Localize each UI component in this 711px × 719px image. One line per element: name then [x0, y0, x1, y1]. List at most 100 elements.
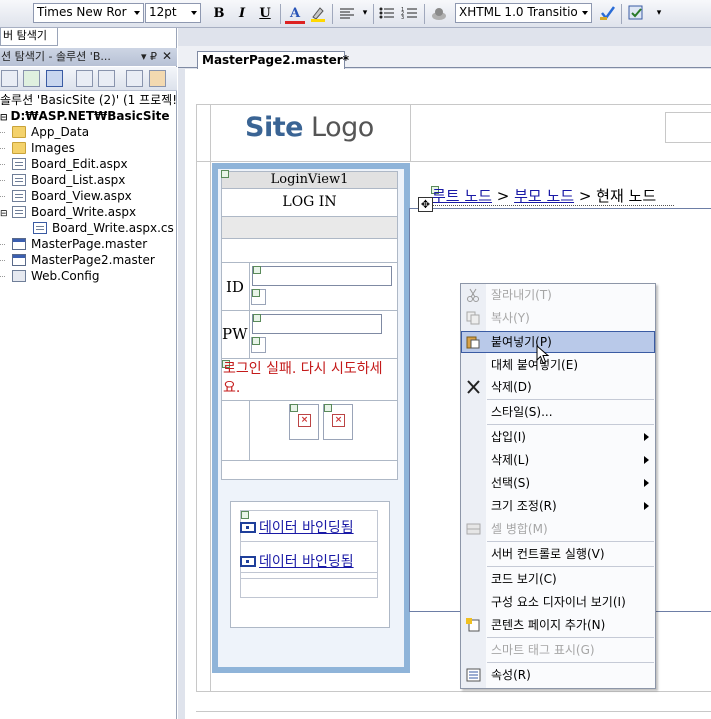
breadcrumb-root-link[interactable]: 루트 노드 — [432, 187, 492, 205]
id-input[interactable] — [252, 266, 392, 286]
menu-item-paste[interactable]: 붙여넣기(P) — [461, 331, 655, 353]
menu-item-style[interactable]: 스타일(S)... — [461, 401, 655, 423]
menu-item-resize[interactable]: 크기 조정(R) — [461, 495, 655, 517]
numbered-list-icon[interactable]: 123 — [400, 4, 420, 24]
menu-item-cut[interactable]: 잘라내기(T) — [461, 284, 655, 306]
refresh-icon[interactable] — [23, 70, 40, 87]
solution-explorer-toolbar — [0, 67, 177, 91]
chevron-down-icon — [191, 11, 197, 15]
tree-item-label: Board_List.aspx — [31, 173, 126, 187]
table-border — [410, 104, 411, 162]
tree-item-board-write[interactable]: ⊟ Board_Write.aspx — [0, 204, 136, 220]
menu-item-show-smart-tag[interactable]: 스마트 태그 표시(G) — [461, 639, 655, 661]
tree-item-app-data[interactable]: App_Data — [0, 124, 89, 140]
svg-text:3: 3 — [401, 15, 404, 21]
table-border — [196, 711, 711, 712]
data-bound-icon — [240, 522, 256, 533]
tree-item-web-config[interactable]: Web.Config — [0, 268, 99, 284]
tree-item-label: MasterPage.master — [31, 237, 148, 251]
tree-item-board-edit[interactable]: Board_Edit.aspx — [0, 156, 128, 172]
properties-icon[interactable] — [1, 70, 18, 87]
tree-item-board-write-cs[interactable]: Board_Write.aspx.cs — [33, 220, 174, 236]
menu-item-label: 삭제(L) — [491, 453, 530, 467]
menu-item-view-code[interactable]: 코드 보기(C) — [461, 568, 655, 590]
tree-item-images[interactable]: Images — [0, 140, 75, 156]
chevron-down-icon[interactable]: ▾ — [355, 4, 375, 24]
expand-minus-icon[interactable]: ⊟ — [0, 206, 12, 222]
expand-minus-icon[interactable]: ⊟ — [0, 113, 8, 123]
menu-item-add-content-page[interactable]: 콘텐츠 페이지 추가(N) — [461, 614, 655, 636]
breadcrumb-parent-link[interactable]: 부모 노드 — [514, 187, 574, 205]
list-divider — [240, 541, 378, 542]
highlight-color-icon[interactable] — [308, 4, 328, 24]
tree-item-label: App_Data — [31, 125, 90, 139]
tree-item-board-view[interactable]: Board_View.aspx — [0, 188, 132, 204]
spellcheck-icon[interactable] — [598, 4, 618, 24]
font-name-value: Times New Ror — [37, 5, 127, 19]
tree-item-board-list[interactable]: Board_List.aspx — [0, 172, 125, 188]
menu-item-properties[interactable]: 속성(R) — [461, 664, 655, 686]
breadcrumb[interactable]: 루트 노드 > 부모 노드 > 현재 노드 — [432, 185, 656, 206]
data-bound-link[interactable]: 데이터 바인딩됨 — [240, 517, 354, 537]
tree-item-masterpage[interactable]: MasterPage.master — [0, 236, 147, 252]
tab-masterpage2[interactable]: MasterPage2.master* — [197, 51, 349, 69]
menu-item-label: 스마트 태그 표시(G) — [491, 643, 595, 657]
move-handle-icon[interactable]: ✥ — [418, 197, 433, 212]
align-icon[interactable] — [337, 4, 357, 24]
view-code-icon[interactable] — [76, 70, 93, 87]
paste-icon — [466, 336, 480, 349]
menu-item-view-component-designer[interactable]: 구성 요소 디자이너 보기(I) — [461, 591, 655, 613]
doctype-combo[interactable]: XHTML 1.0 Transitio — [455, 3, 592, 23]
font-size-combo[interactable]: 12pt — [145, 3, 201, 23]
tree-item-masterpage2[interactable]: MasterPage2.master — [0, 252, 155, 268]
toolbar-separator — [621, 4, 622, 24]
menu-item-select[interactable]: 선택(S) — [461, 472, 655, 494]
menu-separator — [487, 424, 654, 425]
tree-connector — [0, 132, 5, 133]
menu-item-delete[interactable]: 삭제(D) — [461, 376, 655, 398]
close-icon[interactable]: ✕ — [162, 48, 172, 65]
view-designer-icon[interactable] — [98, 70, 115, 87]
font-name-combo[interactable]: Times New Ror — [33, 3, 144, 23]
tree-connector — [0, 260, 5, 261]
menu-item-merge-cells[interactable]: 셀 병합(M) — [461, 518, 655, 540]
project-node[interactable]: ⊟ D:₩ASP.NET₩BasicSite — [0, 108, 170, 124]
id-label: ID — [226, 278, 244, 296]
check-page-icon[interactable] — [626, 4, 646, 24]
layer-icon[interactable] — [429, 4, 449, 24]
menu-item-delete-sub[interactable]: 삭제(L) — [461, 449, 655, 471]
bullet-list-icon[interactable] — [377, 4, 397, 24]
menu-item-copy[interactable]: 복사(Y) — [461, 307, 655, 329]
pin-icon[interactable]: ▾ ₽ — [141, 48, 157, 65]
menu-item-label: 구성 요소 디자이너 보기(I) — [491, 595, 626, 609]
data-bound-text: 데이터 바인딩됨 — [259, 520, 354, 536]
tab-server-explorer[interactable]: 버 탐색기 — [0, 28, 58, 46]
menu-item-run-as-server-control[interactable]: 서버 컨트롤로 실행(V) — [461, 543, 655, 565]
toolbar-overflow-icon[interactable]: ▾ — [649, 4, 669, 24]
menu-item-label: 콘텐츠 페이지 추가(N) — [491, 618, 606, 632]
menu-item-paste-alternate[interactable]: 대체 붙여넣기(E) — [461, 354, 655, 376]
solution-node[interactable]: 솔루션 'BasicSite (2)' (1 프로젝! — [0, 92, 177, 108]
menu-item-label: 크기 조정(R) — [491, 499, 557, 513]
nest-related-files-icon[interactable] — [46, 70, 63, 87]
pw-input[interactable] — [252, 314, 382, 334]
italic-button[interactable]: I — [232, 4, 252, 24]
chevron-down-icon — [134, 11, 140, 15]
bold-button[interactable]: B — [209, 4, 229, 24]
smart-tag-icon — [253, 314, 261, 322]
asp-config-icon[interactable] — [149, 70, 166, 87]
font-color-icon[interactable]: A — [285, 4, 305, 24]
config-icon — [12, 270, 26, 282]
tree-connector — [0, 180, 5, 181]
copy-website-icon[interactable] — [126, 70, 143, 87]
menu-separator — [487, 566, 654, 567]
table-border — [665, 112, 666, 142]
row-divider — [249, 401, 250, 461]
submenu-arrow-icon — [644, 479, 649, 487]
mouse-cursor-icon — [536, 345, 550, 364]
menu-item-insert[interactable]: 삽입(I) — [461, 426, 655, 448]
folder-icon — [12, 126, 26, 138]
data-bound-link[interactable]: 데이터 바인딩됨 — [240, 551, 354, 571]
toolbar-separator — [280, 4, 281, 24]
underline-button[interactable]: U — [255, 4, 275, 24]
